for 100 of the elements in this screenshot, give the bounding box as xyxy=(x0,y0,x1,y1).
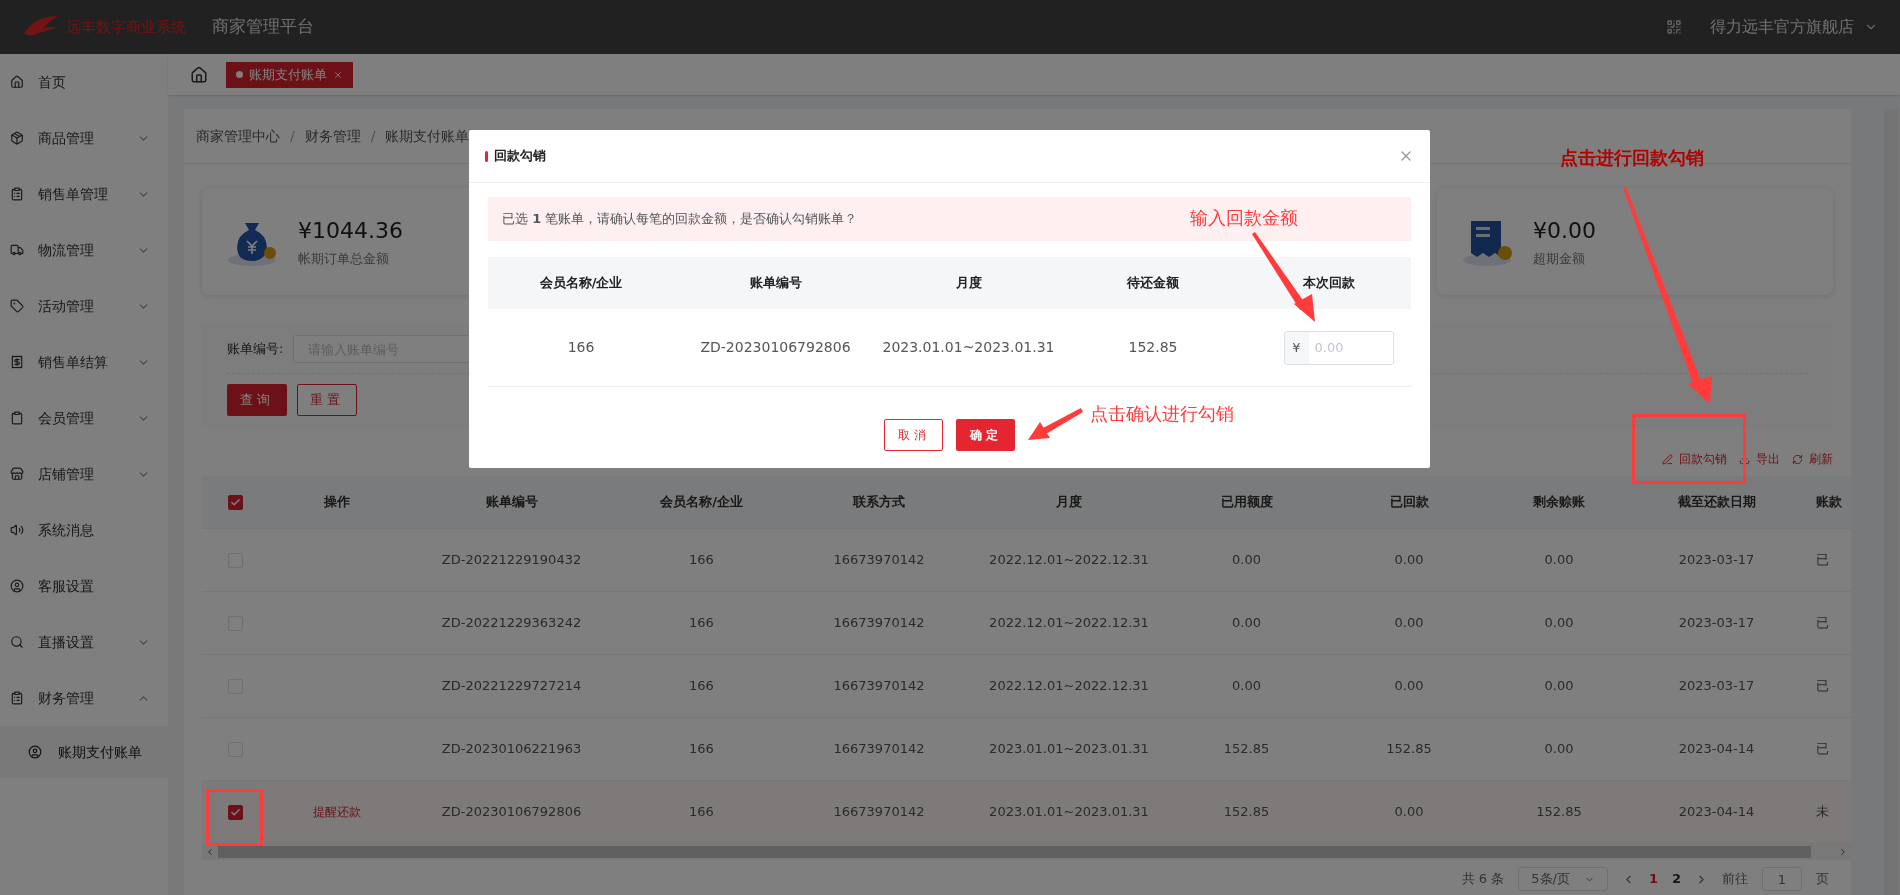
stat-amount: ¥1044.36 xyxy=(298,217,403,246)
amount-input[interactable]: 0.00 xyxy=(1308,331,1389,364)
column-header: 月度 xyxy=(955,275,982,291)
confirm-button[interactable]: 确定 xyxy=(956,419,1015,451)
scroll-right-icon[interactable] xyxy=(1838,847,1848,857)
jump-label: 前往 xyxy=(1722,870,1748,889)
checkbox[interactable] xyxy=(228,494,243,510)
menu-icon xyxy=(10,75,24,89)
table-cell: 2022.12.01~2022.12.31 xyxy=(989,678,1149,694)
page-number[interactable]: 2 xyxy=(1671,869,1681,889)
table-cell: 152.85 xyxy=(1223,741,1270,757)
menu-icon xyxy=(10,579,24,593)
page-unit: 页 xyxy=(1816,870,1829,889)
annotation-text: 点击进行回款勾销 xyxy=(1560,146,1704,170)
sidebar-item[interactable]: 会员管理 xyxy=(0,390,168,446)
table-cell: 2023-04-14 xyxy=(1678,741,1755,757)
annotation-text: 输入回款金额 xyxy=(1190,206,1298,230)
column-header: 会员名称/企业 xyxy=(660,494,743,510)
menu-icon xyxy=(10,411,24,425)
checkbox[interactable] xyxy=(228,804,243,820)
breadcrumb-item[interactable]: 商家管理中心 xyxy=(196,125,280,147)
table-cell: 0.00 xyxy=(1232,678,1261,694)
table-cell: 166 xyxy=(567,339,595,355)
platform-title: 商家管理平台 xyxy=(212,15,314,39)
reset-button[interactable]: 重置 xyxy=(297,384,357,416)
page-number[interactable]: 1 xyxy=(1648,869,1658,889)
sidebar-item[interactable]: 商品管理 xyxy=(0,110,168,166)
store-name[interactable]: 得力远丰官方旗舰店 xyxy=(1710,15,1854,39)
table-cell: 2023.01.01~2023.01.31 xyxy=(989,741,1149,757)
table-cell: 0.00 xyxy=(1544,678,1574,694)
jump-page-input[interactable]: 1 xyxy=(1762,867,1802,891)
table-cell: 16673970142 xyxy=(833,615,925,631)
table-cell: 16673970142 xyxy=(833,741,925,757)
breadcrumb-item[interactable]: 财务管理 xyxy=(304,125,361,147)
table-cell: 0.00 xyxy=(1394,678,1424,694)
sidebar-item[interactable]: 首页 xyxy=(0,54,168,110)
sidebar-subitem[interactable]: 账期支付账单 xyxy=(0,726,168,778)
stat-label: 帐期订单总金额 xyxy=(298,250,390,269)
table-cell: 已 xyxy=(1816,552,1829,568)
table-cell: ZD-20230106221963 xyxy=(441,741,582,757)
column-header: 联系方式 xyxy=(853,494,905,510)
logo-text: 远丰数字商业系统 xyxy=(66,16,186,38)
table-cell: 已 xyxy=(1816,678,1829,694)
table-cell: 152.85 xyxy=(1128,339,1178,355)
toolbar-action[interactable]: 刷新 xyxy=(1792,450,1833,468)
table-cell: 152.85 xyxy=(1386,741,1432,757)
table-cell: 16673970142 xyxy=(833,552,925,568)
sidebar-item[interactable]: 活动管理 xyxy=(0,278,168,334)
menu-icon xyxy=(10,187,24,201)
table-cell: 0.00 xyxy=(1232,552,1261,568)
checkmark-icon xyxy=(230,496,241,508)
table-cell: 2023-03-17 xyxy=(1678,678,1755,694)
table-cell: 0.00 xyxy=(1394,615,1424,631)
page-size-select[interactable]: 5条/页 xyxy=(1518,867,1608,891)
sidebar-item[interactable]: 财务管理 xyxy=(0,670,168,726)
pencil-icon xyxy=(1662,453,1673,465)
breadcrumb-separator: / xyxy=(290,126,295,146)
table-cell: 0.00 xyxy=(1544,741,1574,757)
sidebar-item[interactable]: 系统消息 xyxy=(0,502,168,558)
sidebar-item[interactable]: 直播设置 xyxy=(0,614,168,670)
sidebar-item[interactable]: 物流管理 xyxy=(0,222,168,278)
home-icon[interactable] xyxy=(190,65,208,84)
toolbar-action[interactable]: 导出 xyxy=(1739,450,1780,468)
close-icon[interactable] xyxy=(333,69,343,80)
column-header: 会员名称/企业 xyxy=(539,275,623,291)
column-header: 账单编号 xyxy=(485,494,538,510)
qr-code-icon[interactable] xyxy=(1666,19,1682,35)
table-cell: 2023.01.01~2023.01.31 xyxy=(989,804,1149,820)
cancel-button[interactable]: 取消 xyxy=(884,419,943,451)
menu-icon xyxy=(10,243,24,257)
table-cell: 0.00 xyxy=(1394,804,1424,820)
query-button[interactable]: 查询 xyxy=(227,384,287,416)
annotation-arrow xyxy=(1028,408,1083,440)
table-cell: 166 xyxy=(689,678,714,694)
menu-icon xyxy=(10,299,24,313)
sidebar-item[interactable]: 客服设置 xyxy=(0,558,168,614)
toolbar-action[interactable]: 回款勾销 xyxy=(1662,450,1727,468)
table-cell: 2022.12.01~2022.12.31 xyxy=(989,552,1149,568)
table-cell: 2023-03-17 xyxy=(1678,615,1755,631)
table-cell: 0.00 xyxy=(1544,552,1574,568)
sidebar-item[interactable]: 销售单管理 xyxy=(0,166,168,222)
repayment-field[interactable]: ¥ 0.00 xyxy=(1283,330,1394,365)
menu-icon xyxy=(10,131,24,145)
page-tab[interactable]: 账期支付账单 xyxy=(226,61,353,88)
menu-icon xyxy=(10,523,24,537)
column-header: 操作 xyxy=(323,494,350,510)
column-header: 月度 xyxy=(1056,494,1082,510)
currency-prefix: ¥ xyxy=(1284,331,1309,364)
highlight-frame xyxy=(206,789,263,846)
menu-icon xyxy=(10,355,24,369)
horizontal-scrollbar[interactable] xyxy=(202,844,1851,860)
menu-icon xyxy=(10,691,24,705)
sidebar-item[interactable]: 店铺管理 xyxy=(0,446,168,502)
column-header: 账款 xyxy=(1816,494,1842,510)
breadcrumb-item[interactable]: 账期支付账单 xyxy=(385,125,470,147)
sidebar-item[interactable]: 销售单结算 xyxy=(0,334,168,390)
scroll-left-icon[interactable] xyxy=(205,847,215,857)
column-header: 剩余赊账 xyxy=(1533,494,1585,510)
remind-link[interactable]: 提醒还款 xyxy=(312,805,361,820)
table-cell: ZD-20230106792806 xyxy=(700,339,851,355)
